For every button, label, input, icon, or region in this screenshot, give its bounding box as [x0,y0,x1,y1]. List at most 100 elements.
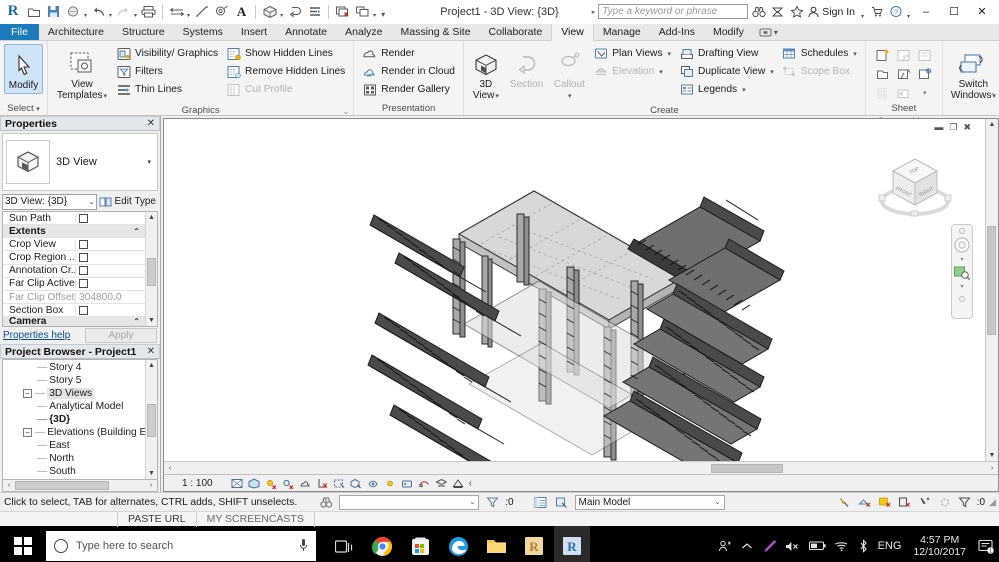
section-icon[interactable] [285,2,304,21]
shadows-off-icon[interactable] [282,477,295,490]
property-group-camera[interactable]: Camera ⌃ [3,317,145,326]
crop-region-visible-checkbox[interactable] [79,253,88,262]
design-options-icon[interactable] [857,495,873,510]
save-as-dropdown-icon[interactable]: ▾ [84,12,88,19]
type-selector-combobox[interactable]: 3D View: {3D} ⌄ [2,194,97,210]
model-scope-combobox[interactable]: Main Model ⌄ [575,495,725,510]
property-value[interactable] [75,253,145,262]
quick-access-toolbar[interactable]: R ▾ ▾ ▾ ▾ A [0,2,386,22]
property-row-annotation-crop[interactable]: Annotation Cr... [3,265,145,278]
property-row-crop-view[interactable]: Crop View [3,238,145,251]
canvas-vertical-scrollbar[interactable]: ▲ ▼ [985,119,998,461]
revit-logo-icon[interactable]: R [3,2,23,22]
tag-icon[interactable] [212,2,231,21]
edge-icon[interactable] [440,526,476,562]
autodesk-app-store-icon[interactable] [869,3,886,20]
tab-structure[interactable]: Structure [113,24,174,40]
property-value[interactable] [75,279,145,288]
ray-trace-icon[interactable] [452,477,465,490]
tab-insert[interactable]: Insert [232,24,276,40]
steering-wheel-dropdown-icon[interactable]: ▾ [960,256,963,263]
new-sheet-icon[interactable] [873,46,893,64]
tab-systems[interactable]: Systems [174,24,232,40]
browser-scroll-left-icon[interactable]: ‹ [3,482,15,489]
tab-annotate[interactable]: Annotate [276,24,336,40]
infocenter-search[interactable]: ▸ Type a keyword or phrase [592,4,749,19]
lock-3d-view-icon[interactable] [350,477,363,490]
canvas-hscroll-thumb[interactable] [711,464,784,473]
crop-view-checkbox[interactable] [79,240,88,249]
scope-box-button[interactable]: Scope Box [780,63,861,80]
sheet-composition-dropdown-icon[interactable]: ▾ [915,84,935,102]
sign-in-dropdown-icon[interactable]: ▾ [861,13,865,20]
rendering-dialog-icon[interactable] [299,477,312,490]
project-browser-close-icon[interactable]: ✕ [147,346,155,357]
file-explorer-icon[interactable] [478,526,514,562]
legends-dropdown-icon[interactable]: ▾ [742,86,746,94]
apply-button[interactable]: Apply [85,328,157,343]
editable-only-icon[interactable] [837,495,853,510]
properties-scroll-thumb[interactable] [147,258,156,286]
drafting-view-button[interactable]: Drafting View [677,45,778,62]
close-button[interactable]: ✕ [969,1,995,23]
tab-modify[interactable]: Modify [704,24,753,40]
tab-massing-site[interactable]: Massing & Site [392,24,480,40]
browser-scroll-down-icon[interactable]: ▼ [148,468,155,479]
3d-view-canvas[interactable]: ▬ ❐ ✖ [164,119,985,461]
sun-path-checkbox[interactable] [79,214,88,223]
maximize-button[interactable]: ☐ [941,1,967,23]
plan-views-dropdown-icon[interactable]: ▾ [667,50,671,58]
callout-button[interactable]: Callout▾ [549,44,589,104]
revit-icon[interactable]: R [554,526,590,562]
tree-node-east[interactable]: — East [3,439,145,452]
battery-icon[interactable] [809,541,826,551]
callout-dropdown-icon[interactable]: ▾ [568,93,572,100]
canvas-horizontal-scrollbar[interactable]: ‹ › [164,461,998,474]
qat-customize-icon[interactable]: ▾ [381,10,386,19]
revisions-icon[interactable] [873,84,893,102]
tab-collaborate[interactable]: Collaborate [480,24,552,40]
view-templates-button[interactable]: View Templates▾ [52,44,112,104]
active-workset-icon[interactable] [917,495,933,510]
subscription-center-icon[interactable] [769,3,786,20]
revit-viewer-icon[interactable]: R [516,526,552,562]
canvas-scroll-right-icon[interactable]: › [986,465,998,472]
zoom-dropdown-icon[interactable]: ▾ [960,283,963,290]
canvas-scroll-up-icon[interactable]: ▲ [989,119,996,130]
view-cube[interactable]: TOP FRONT RIGHT [875,145,955,225]
constraints-icon[interactable] [435,477,448,490]
canvas-scroll-down-icon[interactable]: ▼ [989,450,996,461]
view-control-bar[interactable]: 1 : 100 [164,474,998,491]
browser-vertical-scrollbar[interactable]: ▲ ▼ [145,360,157,479]
show-hidden-icons-icon[interactable] [741,542,754,551]
far-clip-active-checkbox[interactable] [79,279,88,288]
canvas-vscroll-thumb[interactable] [987,226,996,335]
properties-type-dropdown-icon[interactable]: ▾ [147,158,154,166]
model-scope-chevron-down-icon[interactable]: ⌄ [715,498,721,506]
reveal-hidden-elements-icon[interactable] [384,477,397,490]
exclude-options-icon[interactable] [554,495,570,510]
view-close-icon[interactable]: ✖ [963,122,971,133]
matchline-icon[interactable] [873,65,893,83]
properties-vertical-scrollbar[interactable]: ▲ ▼ [145,212,157,326]
worksharing-display-icon[interactable] [401,477,414,490]
tree-node-analytical-model[interactable]: — Analytical Model [3,400,145,413]
sheet-issues-icon[interactable] [894,84,914,102]
detail-level-icon[interactable] [231,477,244,490]
graphics-dialog-launcher-icon[interactable]: ⌄ [343,105,350,118]
properties-scroll-down-icon[interactable]: ▼ [148,315,155,326]
view-scale-label[interactable]: 1 : 100 [182,478,213,489]
section-box-checkbox[interactable] [79,306,88,315]
microphone-icon[interactable] [299,538,308,555]
save-icon[interactable] [44,2,63,21]
search-binoculars-icon[interactable] [750,3,767,20]
worksets-chevron-down-icon[interactable]: ⌄ [469,498,475,506]
aligned-dimension-icon[interactable] [192,2,211,21]
worksets-combobox[interactable]: ⌄ [339,495,479,510]
property-value[interactable] [75,214,145,223]
save-as-icon[interactable] [64,2,83,21]
redo-icon[interactable] [114,2,133,21]
3d-view-dropdown-icon[interactable]: ▾ [280,12,284,19]
visual-style-icon[interactable] [248,477,261,490]
my-screencasts-button[interactable]: MY SCREENCASTS [197,512,315,527]
